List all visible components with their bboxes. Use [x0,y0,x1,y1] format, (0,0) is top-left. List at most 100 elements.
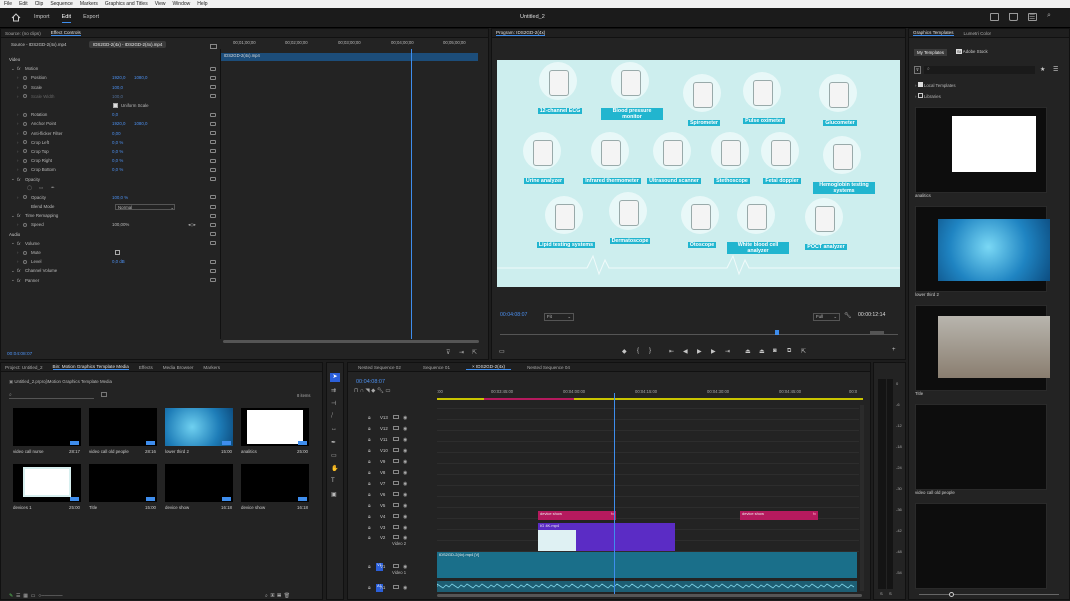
stopwatch-icon[interactable] [23,131,27,136]
sync-lock-icon[interactable] [393,564,399,568]
tab-markers[interactable]: Markers [203,365,220,370]
sequence-tab[interactable]: × IDS2GD-2(4x) [466,364,512,370]
reset-icon[interactable] [210,241,216,246]
effect-value[interactable]: 0,0 % [112,149,123,154]
tab-project[interactable]: Project: Untitled_2 [5,365,43,370]
hand-tool-icon[interactable]: ✋ [331,465,338,472]
program-scrub[interactable] [500,330,898,339]
effect-row[interactable]: › Position 1920,0 1080,0 [5,73,219,82]
bin-thumbnail[interactable] [241,464,309,502]
home-icon[interactable] [11,13,21,22]
lock-icon[interactable]: 🔒︎ [368,415,371,421]
share-icon[interactable] [1009,13,1018,21]
track-header[interactable]: A1 🔒︎ ◉ A1 [352,582,436,594]
sync-lock-icon[interactable] [393,426,399,430]
reset-icon[interactable] [210,140,216,145]
reset-icon[interactable] [210,94,216,99]
expand-icon[interactable]: › [17,112,18,117]
ellipse-mask-icon[interactable]: ◯ [27,185,32,191]
camera-icon[interactable]: ◙ [773,348,777,354]
solo-right[interactable]: S [889,591,892,596]
icon-view-icon[interactable]: ▦ [23,593,28,599]
expand-icon[interactable]: › [17,167,18,172]
lock-icon[interactable]: 🔒︎ [368,492,371,498]
extract-icon[interactable]: ⏏ [759,348,765,355]
expand-icon[interactable]: › [17,158,18,163]
effect-row[interactable]: ⌄ fx Motion [5,64,219,73]
reset-icon[interactable] [210,167,216,172]
ec-playhead[interactable] [411,49,412,339]
effect-value[interactable]: 100,00% [112,222,129,227]
tab-effects[interactable]: Effects [139,365,153,370]
effect-row[interactable]: ◯ ▭ ✒ [5,184,219,193]
trash-icon[interactable]: 🗑︎ [284,593,290,599]
stopwatch-icon[interactable] [23,167,27,172]
effect-row[interactable]: ⌄ fx Opacity [5,174,219,183]
tab-export[interactable]: Export [83,14,99,23]
list-icon[interactable]: ☰ [1053,66,1058,73]
vertical-scrollbar[interactable] [860,405,864,591]
reset-icon[interactable] [210,222,216,227]
selection-tool-icon[interactable]: ➤ [330,373,340,382]
track-header[interactable]: 🔒︎ ◉ V9 [352,457,436,467]
lock-icon[interactable]: 🔒︎ [368,437,371,443]
sequence-tab[interactable]: Sequence 01 [417,365,456,370]
effect-value-2[interactable]: 1080,0 [134,121,147,126]
expand-icon[interactable]: › [17,94,18,99]
eye-icon[interactable]: ◉ [403,448,407,454]
search-icon[interactable]: ⌕ [1047,12,1051,20]
go-to-out-icon[interactable]: ⇥ [725,348,730,355]
rect-mask-icon[interactable]: ▭ [39,185,43,191]
effect-value[interactable]: 0,00 [112,131,121,136]
effect-row[interactable]: › Level 0,0 dB [5,257,219,266]
effect-value-2[interactable]: 1080,0 [134,75,147,80]
reset-icon[interactable] [210,268,216,273]
sync-lock-icon[interactable] [393,459,399,463]
lift-icon[interactable]: ⏏ [745,348,751,355]
menu-icon[interactable]: ☰ [1029,13,1035,21]
play-icon[interactable]: ▶ [697,348,702,355]
effect-value[interactable]: 100,0 [112,85,123,90]
stopwatch-icon[interactable] [23,149,27,154]
expand-icon[interactable]: › [17,140,18,145]
expand-icon[interactable]: › [17,222,18,227]
menu-item-view[interactable]: View [155,1,166,7]
reset-icon[interactable] [210,149,216,154]
reset-icon[interactable] [210,232,216,237]
lock-icon[interactable]: 🔒︎ [368,448,371,454]
expand-icon[interactable]: ⌄ [11,213,15,219]
lock-icon[interactable]: 🔒︎ [368,481,371,487]
add-button-icon[interactable]: + [892,347,896,353]
caption-tool-icon[interactable]: ▣ [331,491,337,498]
stopwatch-icon[interactable] [23,195,27,200]
stopwatch-icon[interactable] [23,259,27,264]
bin-thumbnail[interactable] [241,408,309,446]
stopwatch-icon[interactable] [23,250,27,255]
bin-thumbnail[interactable] [89,408,157,446]
new-bin-icon-bottom[interactable]: ▣ [271,593,275,599]
tab-adobe-stock[interactable]: St Adobe Stock [956,49,988,54]
effect-row[interactable]: › Rotation 0,0 [5,110,219,119]
effect-row[interactable]: ⌄ fx Time Remapping [5,211,219,220]
freeform-view-icon[interactable]: ▭ [31,593,36,599]
expand-icon[interactable]: ⌄ [11,176,15,182]
eye-icon[interactable]: ◉ [403,415,407,421]
reset-icon[interactable] [210,278,216,283]
bin-thumbnail[interactable] [89,464,157,502]
lock-icon[interactable]: 🔒︎ [368,585,371,591]
template-card[interactable] [913,503,1049,601]
effect-row[interactable]: › Anchor Point 1920,0 1080,0 [5,119,219,128]
export-frame-icon[interactable]: ⇱ [801,348,806,355]
track-header[interactable]: 🔒︎ ◉ V10 [352,446,436,456]
tab-import[interactable]: Import [34,14,50,23]
effect-value[interactable]: 0,0 [112,112,118,117]
caption-icon[interactable]: ▭ [385,388,390,394]
track-select-icon[interactable]: ⇉ [331,387,336,394]
track-header[interactable]: 🔒︎ ◉ V5 [352,501,436,511]
eye-icon[interactable]: ◉ [403,492,407,498]
sync-lock-icon[interactable] [393,448,399,452]
eye-icon[interactable]: ◉ [403,503,407,509]
wrench-icon-timeline[interactable]: 🔧︎ [377,388,384,394]
ripple-icon[interactable]: ◥ [365,388,369,394]
effect-row[interactable]: › Crop Top 0,0 % [5,147,219,156]
